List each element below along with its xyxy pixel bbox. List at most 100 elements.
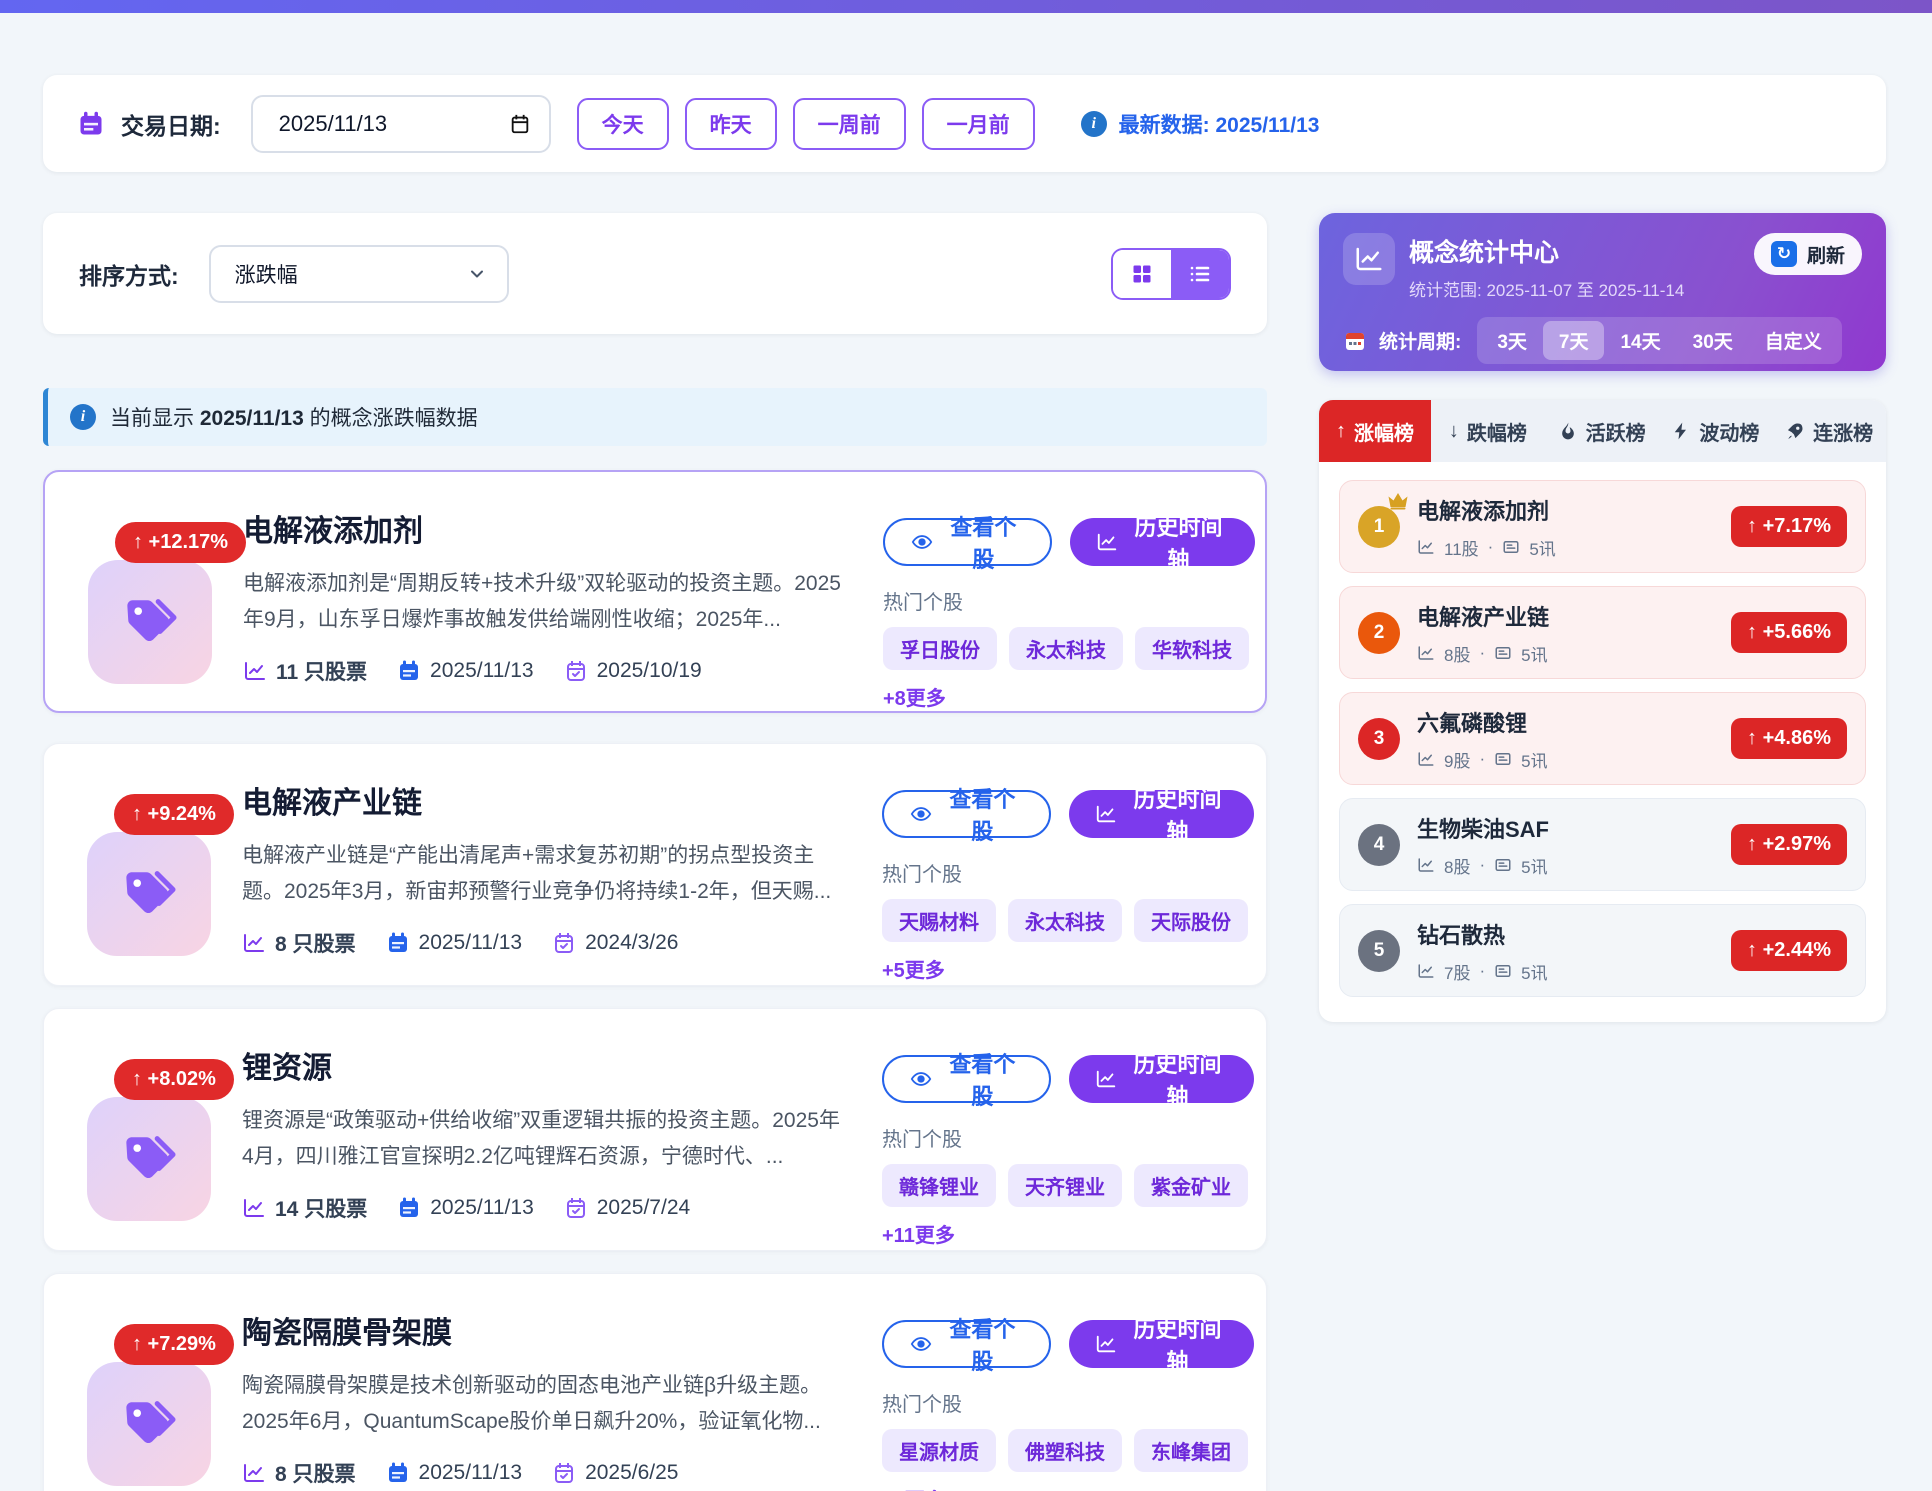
rank-item[interactable]: 1 电解液添加剂 11股 · 5讯 ↑ +7.17%	[1339, 480, 1866, 573]
rank-tab-label: 跌幅榜	[1467, 417, 1527, 446]
history-timeline-button[interactable]: 历史时间轴	[1069, 1320, 1254, 1368]
more-stocks-link[interactable]: +5更多	[882, 954, 945, 983]
view-stocks-button[interactable]: 查看个股	[882, 790, 1051, 838]
sort-selected-value: 涨跌幅	[235, 259, 298, 289]
period-label: 统计周期:	[1379, 327, 1461, 354]
eye-icon	[910, 802, 932, 826]
news-icon	[1494, 856, 1512, 874]
refresh-label: 刷新	[1807, 241, 1845, 268]
rank-stocks-count: 9股	[1444, 747, 1470, 772]
trade-date-card: 交易日期: 2025/11/13 今天昨天一周前一月前 i 最新数据: 2025…	[43, 75, 1886, 172]
concept-description: 电解液添加剂是“周期反转+技术升级”双轮驱动的投资主题。2025年9月，山东孚日…	[243, 566, 843, 638]
rank-item[interactable]: 3 六氟磷酸锂 9股 · 5讯 ↑ +4.86%	[1339, 692, 1866, 785]
hot-stocks-chips: 赣锋锂业天齐锂业紫金矿业 +11更多	[882, 1164, 1254, 1248]
history-timeline-button[interactable]: 历史时间轴	[1070, 518, 1255, 566]
history-timeline-label: 历史时间轴	[1127, 1312, 1228, 1376]
latest-data-label: 最新数据: 2025/11/13	[1119, 109, 1320, 139]
rank-item[interactable]: 2 电解液产业链 8股 · 5讯 ↑ +5.66%	[1339, 586, 1866, 679]
rank-stocks-count: 8股	[1444, 641, 1470, 666]
refresh-button[interactable]: ↻ 刷新	[1754, 233, 1862, 275]
quick-date-button[interactable]: 一月前	[922, 98, 1035, 150]
rank-tab-连涨榜[interactable]: 连涨榜	[1772, 400, 1886, 462]
rank-tab-波动榜[interactable]: 波动榜	[1659, 400, 1773, 462]
rank-item[interactable]: 4 生物柴油SAF 8股 · 5讯 ↑ +2.97%	[1339, 798, 1866, 891]
top-accent-bar	[0, 0, 1932, 13]
rank-tab-活跃榜[interactable]: 活跃榜	[1545, 400, 1659, 462]
rank-tab-跌幅榜[interactable]: ↓跌幅榜	[1431, 400, 1545, 462]
rank-tab-涨幅榜[interactable]: ↑涨幅榜	[1319, 400, 1431, 462]
period-option[interactable]: 7天	[1543, 321, 1605, 360]
news-icon	[1494, 962, 1512, 980]
updated-date: 2025/11/13	[419, 1461, 523, 1485]
sort-label: 排序方式:	[79, 257, 179, 291]
stock-chip[interactable]: 佛塑科技	[1008, 1429, 1122, 1472]
period-option[interactable]: 3天	[1481, 321, 1543, 360]
rank-number: 3	[1358, 718, 1400, 760]
stock-chip[interactable]: 永太科技	[1009, 627, 1123, 670]
stock-chip[interactable]: 星源材质	[882, 1429, 996, 1472]
stock-chip[interactable]: 天际股份	[1134, 899, 1248, 942]
created-date-icon	[564, 659, 588, 683]
timeline-chart-icon	[1095, 802, 1117, 826]
stocks-chart-icon	[243, 659, 267, 683]
hot-stocks-label: 热门个股	[882, 858, 1254, 887]
rank-number: 4	[1358, 824, 1400, 866]
bolt-icon	[1671, 421, 1691, 441]
history-timeline-button[interactable]: 历史时间轴	[1069, 790, 1254, 838]
trade-date-input[interactable]: 2025/11/13	[251, 95, 551, 153]
more-stocks-link[interactable]: +5更多	[882, 1484, 945, 1491]
view-stocks-button[interactable]: 查看个股	[883, 518, 1052, 566]
refresh-icon: ↻	[1771, 241, 1797, 267]
concept-title: 陶瓷隔膜骨架膜	[242, 1308, 842, 1352]
grid-view-button[interactable]	[1113, 250, 1171, 298]
created-date-icon	[564, 1196, 588, 1220]
rank-item[interactable]: 5 钻石散热 7股 · 5讯 ↑ +2.44%	[1339, 904, 1866, 997]
quick-date-button[interactable]: 今天	[577, 98, 669, 150]
period-option[interactable]: 14天	[1604, 321, 1676, 360]
info-icon: i	[70, 404, 96, 430]
concept-title: 电解液产业链	[242, 778, 842, 822]
rank-title: 电解液产业链	[1417, 600, 1549, 632]
stock-chip[interactable]: 孚日股份	[883, 627, 997, 670]
stock-chip[interactable]: 赣锋锂业	[882, 1164, 996, 1207]
view-stocks-label: 查看个股	[943, 510, 1024, 574]
ranking-items: 1 电解液添加剂 11股 · 5讯 ↑ +7.17% 2 电解液产业链 8股	[1319, 462, 1886, 1022]
updated-date: 2025/11/13	[430, 1196, 534, 1220]
stock-chip[interactable]: 紫金矿业	[1134, 1164, 1248, 1207]
sort-select[interactable]: 涨跌幅	[209, 245, 509, 303]
rank-stocks-count: 11股	[1444, 535, 1479, 560]
view-stocks-button[interactable]: 查看个股	[882, 1320, 1051, 1368]
more-stocks-link[interactable]: +11更多	[882, 1219, 955, 1248]
stats-range: 统计范围: 2025-11-07 至 2025-11-14	[1409, 276, 1684, 301]
concept-tag-icon	[88, 560, 212, 684]
rank-change-badge: ↑ +2.97%	[1731, 824, 1847, 865]
created-date-icon	[552, 1461, 576, 1485]
list-view-button[interactable]	[1171, 250, 1229, 298]
rank-tab-label: 涨幅榜	[1354, 417, 1414, 446]
list-icon	[1188, 262, 1212, 286]
stocks-chart-icon	[1417, 962, 1435, 980]
view-stocks-label: 查看个股	[942, 1047, 1023, 1111]
rank-number: 5	[1358, 930, 1400, 972]
view-stocks-button[interactable]: 查看个股	[882, 1055, 1051, 1103]
stock-chip[interactable]: 天齐锂业	[1008, 1164, 1122, 1207]
quick-date-button[interactable]: 昨天	[685, 98, 777, 150]
period-option[interactable]: 30天	[1677, 321, 1749, 360]
stock-chip[interactable]: 永太科技	[1008, 899, 1122, 942]
concept-card: ↑ +7.29% 陶瓷隔膜骨架膜 陶瓷隔膜骨架膜是技术创新驱动的固态电池产业链β…	[43, 1273, 1267, 1491]
date-picker-icon[interactable]	[509, 113, 531, 135]
stocks-count: 14 只股票	[275, 1193, 367, 1223]
stock-chip[interactable]: 天赐材料	[882, 899, 996, 942]
ranking-tabs: ↑涨幅榜↓跌幅榜活跃榜波动榜连涨榜	[1319, 400, 1886, 462]
more-stocks-link[interactable]: +8更多	[883, 682, 946, 711]
stocks-chart-icon	[1417, 856, 1435, 874]
rank-title: 生物柴油SAF	[1417, 812, 1549, 844]
stocks-count: 8 只股票	[275, 1458, 356, 1488]
stock-chip[interactable]: 东峰集团	[1134, 1429, 1248, 1472]
created-date: 2024/3/26	[585, 931, 678, 955]
period-option[interactable]: 自定义	[1749, 321, 1838, 360]
hot-stocks-chips: 孚日股份永太科技华软科技 +8更多	[883, 627, 1255, 711]
history-timeline-button[interactable]: 历史时间轴	[1069, 1055, 1254, 1103]
quick-date-button[interactable]: 一周前	[793, 98, 906, 150]
stock-chip[interactable]: 华软科技	[1135, 627, 1249, 670]
